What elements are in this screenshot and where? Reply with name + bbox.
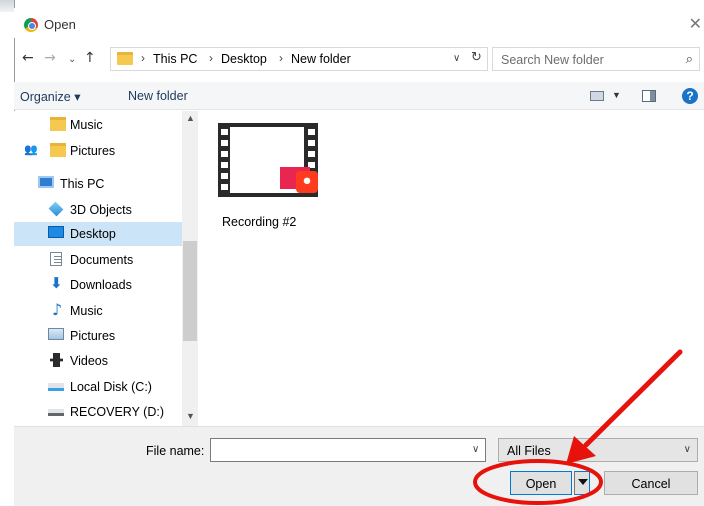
navigation-scrollbar[interactable]: ▲ ▼ <box>182 111 198 426</box>
local-disk-icon <box>48 383 64 391</box>
breadcrumb-new-folder[interactable]: New folder <box>291 52 351 66</box>
sidebar-item-pictures[interactable]: Pictures <box>14 324 182 348</box>
sidebar-item-documents[interactable]: Documents <box>14 248 182 272</box>
list-item[interactable]: ⏺ Recording #2 <box>210 119 318 229</box>
refresh-icon[interactable]: ↻ <box>471 50 482 65</box>
recorder-app-icon: ⏺ <box>296 171 318 193</box>
sidebar-item-music[interactable]: ♪ Music <box>14 299 182 323</box>
breadcrumb-desktop[interactable]: Desktop <box>221 52 267 66</box>
sidebar-item-label: Pictures <box>70 329 116 343</box>
3d-objects-icon <box>48 201 64 217</box>
breadcrumb[interactable]: › This PC › Desktop › New folder ∨ ↻ <box>110 47 488 71</box>
sidebar-item-pictures-quick[interactable]: 👥 Pictures <box>14 139 182 163</box>
organize-button[interactable]: Organize ▾ <box>20 89 80 104</box>
sidebar-item-downloads[interactable]: ⬇ Downloads <box>14 273 182 297</box>
dialog-footer: File name: ∨ All Files ∨ Open Cancel <box>14 426 704 506</box>
breadcrumb-this-pc[interactable]: This PC <box>153 52 197 66</box>
search-icon[interactable]: ⌕ <box>686 52 693 67</box>
command-toolbar: Organize ▾ New folder ▼ ? <box>14 82 704 110</box>
file-name-field[interactable] <box>210 438 486 462</box>
file-list: ⏺ Recording #2 <box>198 111 704 426</box>
sidebar-item-recovery[interactable]: RECOVERY (D:) <box>14 400 182 424</box>
recovery-drive-icon <box>48 409 64 416</box>
preview-pane-icon[interactable] <box>642 90 656 102</box>
sidebar-item-label: Documents <box>70 253 134 267</box>
sidebar-item-3d-objects[interactable]: 3D Objects <box>14 198 182 222</box>
downloads-icon: ⬇ <box>50 274 63 292</box>
music-icon: ♪ <box>52 300 63 319</box>
folder-icon <box>50 143 66 157</box>
scroll-up-icon[interactable]: ▲ <box>186 113 195 123</box>
up-arrow-icon[interactable]: ↑ <box>84 50 96 66</box>
open-options-button[interactable] <box>574 471 590 495</box>
chevron-down-icon[interactable]: ∨ <box>472 444 479 455</box>
search-placeholder: Search New folder <box>501 53 604 67</box>
videos-icon <box>50 353 63 367</box>
title-bar: Open ✕ <box>14 8 704 38</box>
sidebar-item-this-pc[interactable]: This PC <box>14 172 182 196</box>
window-title: Open <box>44 17 76 32</box>
sidebar-item-label: Desktop <box>70 227 116 241</box>
breadcrumb-separator[interactable]: › <box>141 51 145 65</box>
sidebar-item-label: This PC <box>60 177 105 191</box>
back-arrow-icon[interactable]: ← <box>22 50 34 66</box>
sidebar-item-label: RECOVERY (D:) <box>70 405 165 419</box>
close-icon[interactable]: ✕ <box>689 14 702 33</box>
breadcrumb-separator[interactable]: › <box>279 51 283 65</box>
navigation-pane: Music 👥 Pictures This PC 3D Objects Desk… <box>14 111 198 426</box>
help-icon[interactable]: ? <box>682 88 698 104</box>
cancel-button[interactable]: Cancel <box>604 471 698 495</box>
scrollbar-thumb[interactable] <box>183 241 197 341</box>
sidebar-item-label: Videos <box>70 354 108 368</box>
file-name-label: Recording #2 <box>222 215 297 229</box>
recent-locations-icon[interactable]: ⌄ <box>68 54 76 65</box>
dropdown-arrow-icon <box>578 479 588 485</box>
address-bar: ← → ⌄ ↑ › This PC › Desktop › New folder… <box>14 46 704 74</box>
cancel-button-label: Cancel <box>631 477 671 491</box>
view-dropdown-icon[interactable]: ▼ <box>612 90 621 100</box>
sidebar-item-label: Music <box>70 304 103 318</box>
search-input[interactable]: Search New folder ⌕ <box>492 47 700 71</box>
folder-icon <box>50 117 66 131</box>
chevron-down-icon[interactable]: ∨ <box>453 53 460 64</box>
file-name-label: File name: <box>146 444 205 458</box>
scroll-down-icon[interactable]: ▼ <box>186 411 195 421</box>
chevron-down-icon: ∨ <box>683 444 691 455</box>
pictures-icon <box>48 328 64 340</box>
sidebar-item-label: Music <box>70 118 103 132</box>
desktop-icon <box>48 226 64 238</box>
file-type-select[interactable]: All Files ∨ <box>498 438 698 462</box>
sidebar-item-label: Downloads <box>70 278 132 292</box>
folder-icon <box>117 52 133 65</box>
chrome-icon <box>24 18 38 32</box>
sidebar-item-label: Local Disk (C:) <box>70 380 152 394</box>
sidebar-item-desktop[interactable]: Desktop <box>14 222 182 246</box>
file-type-value: All Files <box>507 444 551 458</box>
breadcrumb-separator[interactable]: › <box>209 51 213 65</box>
open-button-label: Open <box>525 477 557 491</box>
documents-icon <box>50 252 62 266</box>
forward-arrow-icon[interactable]: → <box>44 50 56 66</box>
new-folder-button[interactable]: New folder <box>128 89 188 103</box>
change-view-icon[interactable] <box>590 91 604 101</box>
sidebar-item-label: 3D Objects <box>70 203 132 217</box>
sidebar-item-music-quick[interactable]: Music <box>14 113 182 137</box>
people-icon: 👥 <box>24 144 38 156</box>
sidebar-item-label: Pictures <box>70 144 116 158</box>
open-button[interactable]: Open <box>510 471 572 495</box>
sidebar-item-local-disk[interactable]: Local Disk (C:) <box>14 375 182 399</box>
sidebar-item-videos[interactable]: Videos <box>14 349 182 373</box>
computer-icon <box>38 176 54 188</box>
